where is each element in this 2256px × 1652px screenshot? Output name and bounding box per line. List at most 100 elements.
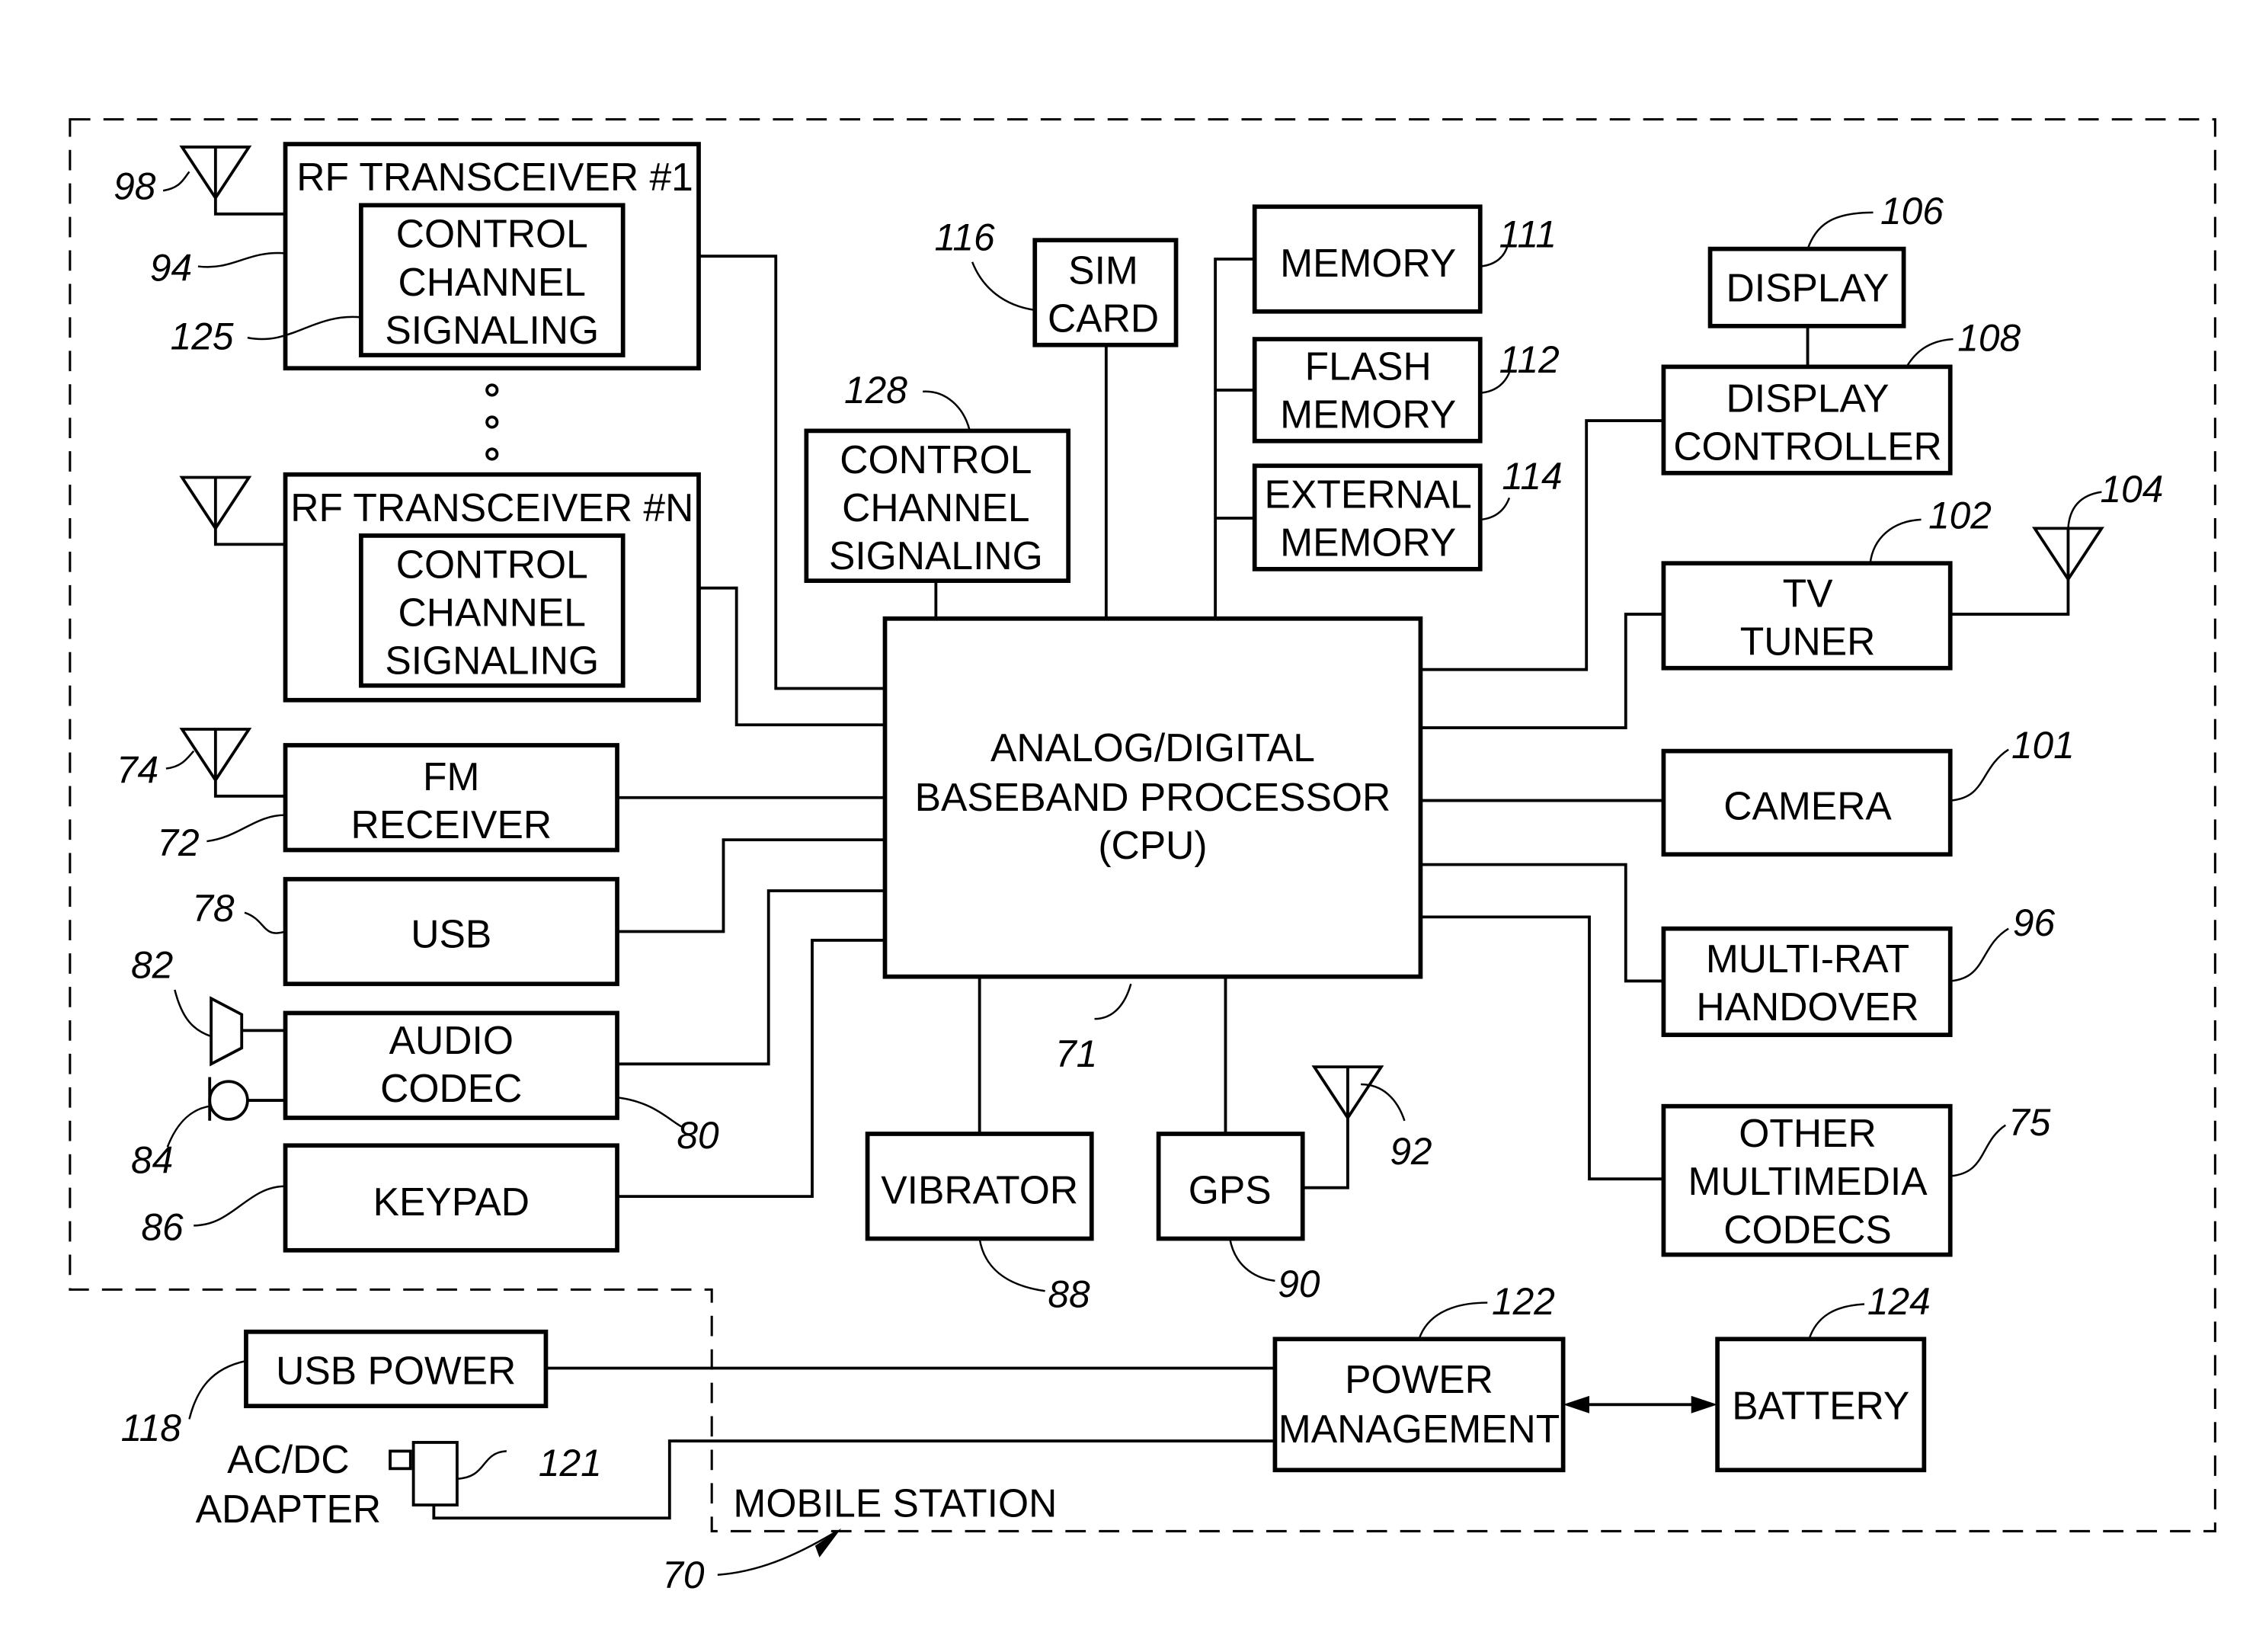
ref-96: 96 xyxy=(2013,901,2056,944)
rf-transceiver-1: RF TRANSCEIVER #1 CONTROL CHANNEL SIGNAL… xyxy=(283,142,701,371)
ref-72: 72 xyxy=(157,821,199,864)
extmem-line-2: MEMORY xyxy=(1280,520,1456,565)
memory: MEMORY xyxy=(1252,204,1483,314)
leader-86 xyxy=(194,1185,286,1227)
ellipsis-dot xyxy=(485,447,499,461)
audio-codec: AUDIO CODEC xyxy=(283,1010,619,1120)
leader-104 xyxy=(2067,491,2102,529)
display: DISPLAY xyxy=(1707,246,1906,328)
gps: GPS xyxy=(1156,1132,1305,1241)
rf1-title: RF TRANSCEIVER #1 xyxy=(296,155,693,199)
ref-94: 94 xyxy=(150,247,192,290)
sim-line-1: SIM xyxy=(1068,248,1138,292)
leader-124 xyxy=(1808,1303,1865,1340)
wire-multirat-cpu xyxy=(1420,863,1664,983)
rfn-inner-2: CHANNEL xyxy=(398,590,586,634)
flash-line-1: FLASH xyxy=(1305,344,1432,389)
leader-71 xyxy=(1094,983,1132,1020)
fm-line-1: FM xyxy=(423,754,479,799)
vibrator: VIBRATOR xyxy=(865,1132,1094,1241)
rf1-inner-2: CHANNEL xyxy=(398,260,586,304)
dispctl-line-2: CONTROLLER xyxy=(1673,424,1941,469)
leader-90 xyxy=(1228,1238,1275,1282)
rfn-title: RF TRANSCEIVER #N xyxy=(290,485,693,530)
microphone-icon xyxy=(208,1077,286,1121)
ref-111: 111 xyxy=(1499,213,1557,256)
leader-96 xyxy=(1950,927,2009,982)
ref-86: 86 xyxy=(141,1205,184,1248)
leader-102 xyxy=(1869,518,1922,564)
ref-71: 71 xyxy=(1055,1032,1097,1075)
ref-82: 82 xyxy=(131,944,173,987)
cpu-line-3: (CPU) xyxy=(1098,823,1207,867)
acdc-line-1: AC/DC xyxy=(227,1437,349,1481)
wire-audio-cpu xyxy=(617,889,885,1066)
block-diagram: MOBILE STATION 70 RF TRANSCEIVER #1 CONT… xyxy=(69,118,2216,1596)
ellipsis-dot xyxy=(485,415,499,429)
vibrator-label: VIBRATOR xyxy=(881,1168,1078,1212)
leader-75 xyxy=(1950,1124,2006,1177)
multirat-line-1: MULTI-RAT xyxy=(1706,936,1909,981)
memory-label: MEMORY xyxy=(1280,241,1456,285)
camera: CAMERA xyxy=(1661,748,1953,857)
ref-108: 108 xyxy=(1957,316,2021,359)
bidirectional-arrow xyxy=(1563,1395,1718,1413)
antenna-icon xyxy=(1950,527,2104,616)
ellipsis-dot xyxy=(485,383,499,397)
leader-108 xyxy=(1906,338,1954,367)
ref-124: 124 xyxy=(1867,1280,1931,1323)
sim-line-2: CARD xyxy=(1048,296,1159,341)
gps-label: GPS xyxy=(1189,1168,1272,1212)
ref-104: 104 xyxy=(2100,468,2163,511)
ref-125: 125 xyxy=(171,315,234,357)
ref-84: 84 xyxy=(131,1139,173,1182)
ref-101: 101 xyxy=(2011,724,2075,767)
flash-memory: FLASH MEMORY xyxy=(1252,337,1483,443)
other-multimedia-codecs: OTHER MULTIMEDIA CODECS xyxy=(1661,1103,1953,1257)
baseband-processor-cpu: ANALOG/DIGITAL BASEBAND PROCESSOR (CPU) xyxy=(882,616,1423,979)
display-label: DISPLAY xyxy=(1726,265,1890,309)
leader-122 xyxy=(1418,1301,1488,1340)
ref-78: 78 xyxy=(192,887,235,930)
ref-88: 88 xyxy=(1048,1273,1090,1315)
audio-line-2: CODEC xyxy=(380,1066,522,1110)
display-controller: DISPLAY CONTROLLER xyxy=(1661,364,1953,475)
keypad-label: KEYPAD xyxy=(373,1180,530,1224)
ref-121: 121 xyxy=(539,1442,602,1484)
leader-118 xyxy=(188,1359,247,1420)
extmem-line-1: EXTERNAL xyxy=(1265,472,1472,517)
tv-tuner: TV TUNER xyxy=(1661,561,1953,671)
ref-70: 70 xyxy=(662,1554,705,1596)
leader-128 xyxy=(923,390,971,430)
arrowhead-70 xyxy=(814,1528,842,1558)
leader-72 xyxy=(206,814,286,843)
leader-74 xyxy=(165,750,195,770)
battery-label: BATTERY xyxy=(1732,1383,1909,1427)
leader-101 xyxy=(1950,748,2009,802)
power-line-2: MANAGEMENT xyxy=(1278,1407,1560,1451)
tv-line-1: TV xyxy=(1783,571,1833,616)
ref-98: 98 xyxy=(114,165,156,208)
leader-114 xyxy=(1480,497,1511,521)
ref-75: 75 xyxy=(2008,1101,2051,1144)
leader-84 xyxy=(166,1105,210,1148)
fm-line-2: RECEIVER xyxy=(350,802,552,847)
ref-116: 116 xyxy=(934,216,995,259)
leader-88 xyxy=(978,1238,1045,1292)
usbpower-label: USB POWER xyxy=(276,1349,516,1393)
ref-80: 80 xyxy=(677,1114,719,1157)
sim-card: SIM CARD xyxy=(1032,238,1179,347)
usb-power: USB POWER xyxy=(244,1329,549,1409)
ref-74: 74 xyxy=(117,749,158,792)
othercodec-line-2: MULTIMEDIA xyxy=(1688,1159,1928,1203)
leader-80 xyxy=(616,1097,682,1128)
acdc-line-2: ADAPTER xyxy=(196,1487,382,1531)
ref-90: 90 xyxy=(1278,1263,1320,1305)
rf1-inner-1: CONTROL xyxy=(396,212,588,256)
battery: BATTERY xyxy=(1715,1337,1927,1473)
power-line-1: POWER xyxy=(1345,1357,1493,1401)
fm-receiver: FM RECEIVER xyxy=(283,743,619,853)
wire-memory-bus xyxy=(1214,258,1255,619)
antenna-icon xyxy=(179,146,286,216)
ccs-line-3: SIGNALING xyxy=(829,533,1043,578)
